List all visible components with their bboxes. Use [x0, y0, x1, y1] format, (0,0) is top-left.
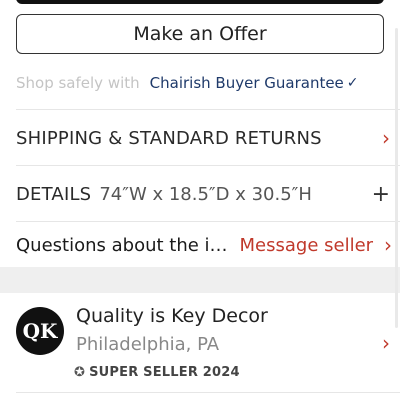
details-label: DETAILS — [16, 183, 92, 205]
check-icon: ✓ — [346, 75, 359, 91]
super-seller-label: SUPER SELLER 2024 — [89, 365, 240, 380]
seller-avatar[interactable]: QK — [16, 307, 64, 355]
seller-card[interactable]: QK Quality is Key Decor Philadelphia, PA… — [16, 305, 400, 385]
chevron-right-icon: › — [382, 126, 390, 150]
divider — [16, 165, 400, 166]
shipping-returns-row[interactable]: SHIPPING & STANDARD RETURNS › — [16, 124, 400, 152]
super-seller-badge: ✪ SUPER SELLER 2024 — [74, 365, 240, 380]
divider — [16, 392, 400, 393]
buyer-guarantee: Shop safely with Chairish Buyer Guarante… — [16, 72, 359, 94]
make-offer-button[interactable]: Make an Offer — [16, 14, 384, 54]
guarantee-prefix: Shop safely with — [16, 74, 140, 92]
details-dimensions: 74″W x 18.5″D x 30.5″H — [99, 183, 312, 205]
scrollbar[interactable] — [395, 28, 398, 328]
chevron-right-icon[interactable]: › — [382, 331, 390, 355]
chevron-right-icon[interactable]: › — [384, 233, 392, 257]
divider — [16, 221, 400, 222]
questions-text: Questions about the i… — [16, 234, 228, 256]
buy-button-edge[interactable] — [16, 0, 384, 4]
message-seller-link[interactable]: Message seller — [240, 235, 374, 256]
questions-row: Questions about the i… Message seller › — [16, 231, 400, 259]
award-icon: ✪ — [74, 365, 86, 380]
seller-name[interactable]: Quality is Key Decor — [76, 305, 268, 327]
buyer-guarantee-link[interactable]: Chairish Buyer Guarantee — [150, 74, 344, 92]
details-row[interactable]: DETAILS 74″W x 18.5″D x 30.5″H + — [16, 180, 400, 208]
shipping-returns-label: SHIPPING & STANDARD RETURNS — [16, 127, 322, 149]
section-separator — [0, 267, 400, 293]
seller-location: Philadelphia, PA — [76, 334, 220, 355]
divider — [16, 109, 400, 110]
plus-icon: + — [371, 181, 390, 207]
